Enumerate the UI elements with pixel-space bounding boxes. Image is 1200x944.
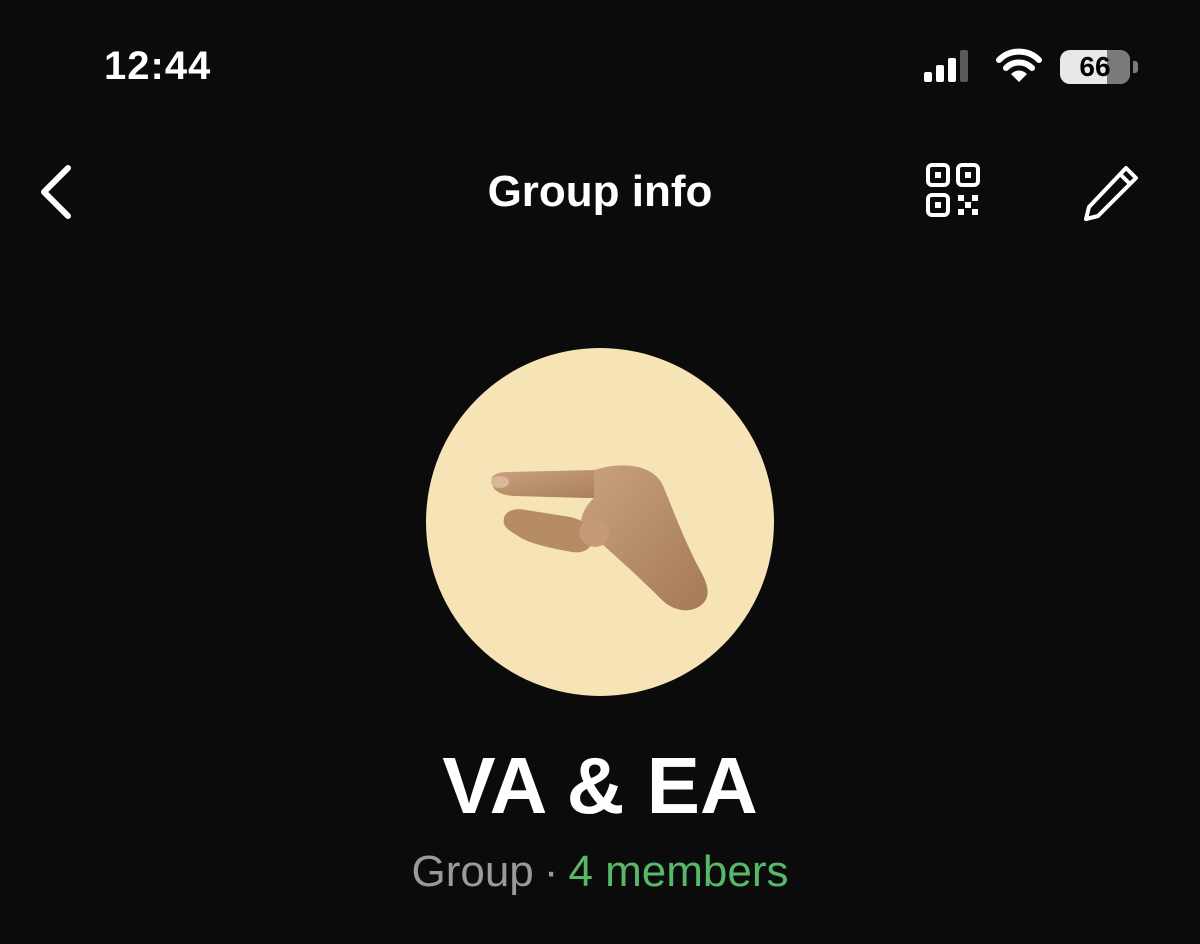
qr-code-button[interactable]	[920, 160, 986, 224]
battery-nub	[1133, 61, 1138, 73]
group-avatar[interactable]	[426, 348, 774, 696]
cellular-signal-icon	[924, 50, 968, 82]
battery-body: 66	[1060, 50, 1130, 84]
qr-code-icon	[926, 163, 980, 217]
battery-icon: 66	[1060, 50, 1140, 84]
group-type-label: Group	[411, 847, 534, 896]
edit-button[interactable]	[1078, 162, 1142, 224]
group-subtitle: Group · 4 members	[0, 846, 1200, 898]
status-time: 12:44	[104, 44, 212, 88]
group-name: VA & EA	[442, 741, 758, 830]
group-info-screen: 12:44 66 Group info VA & EA Group · 4 me…	[0, 0, 1200, 944]
subtitle-separator: ·	[543, 847, 559, 896]
members-count-link[interactable]: 4 members	[568, 847, 788, 896]
pencil-icon	[1084, 166, 1138, 221]
wifi-icon	[996, 48, 1042, 82]
pinched-fingers-hand-icon	[491, 465, 708, 611]
page-title: Group info	[487, 167, 713, 216]
battery-level: 66	[1079, 51, 1111, 82]
